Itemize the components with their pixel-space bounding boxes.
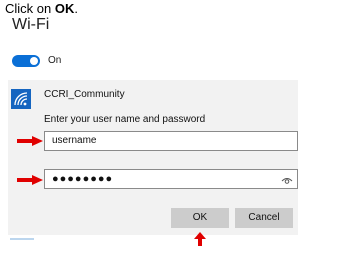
- credentials-prompt: Enter your user name and password: [44, 114, 206, 125]
- arrow-up-icon: [194, 232, 206, 246]
- wifi-toggle[interactable]: [12, 55, 40, 67]
- ok-button[interactable]: OK: [171, 208, 229, 228]
- instruction-suffix: .: [74, 1, 78, 16]
- username-field[interactable]: username: [44, 131, 298, 151]
- network-login-panel: CCRI_Community Enter your user name and …: [8, 80, 298, 235]
- toggle-knob: [30, 57, 38, 65]
- eye-icon[interactable]: [281, 174, 293, 184]
- network-name: CCRI_Community: [44, 89, 125, 100]
- wifi-secured-icon: [11, 89, 31, 109]
- arrow-right-icon: [17, 175, 43, 185]
- password-value: ●●●●●●●●: [52, 173, 114, 185]
- arrow-right-icon: [17, 136, 43, 146]
- password-field[interactable]: ●●●●●●●●: [44, 169, 298, 189]
- instruction-prefix: Click on: [5, 1, 55, 16]
- cancel-button[interactable]: Cancel: [235, 208, 293, 228]
- page-title: Wi-Fi: [12, 16, 50, 33]
- wifi-toggle-label: On: [48, 55, 62, 66]
- instruction-target: OK: [54, 1, 75, 16]
- divider: [10, 238, 34, 240]
- instruction-text: Click on OK.: [5, 1, 78, 16]
